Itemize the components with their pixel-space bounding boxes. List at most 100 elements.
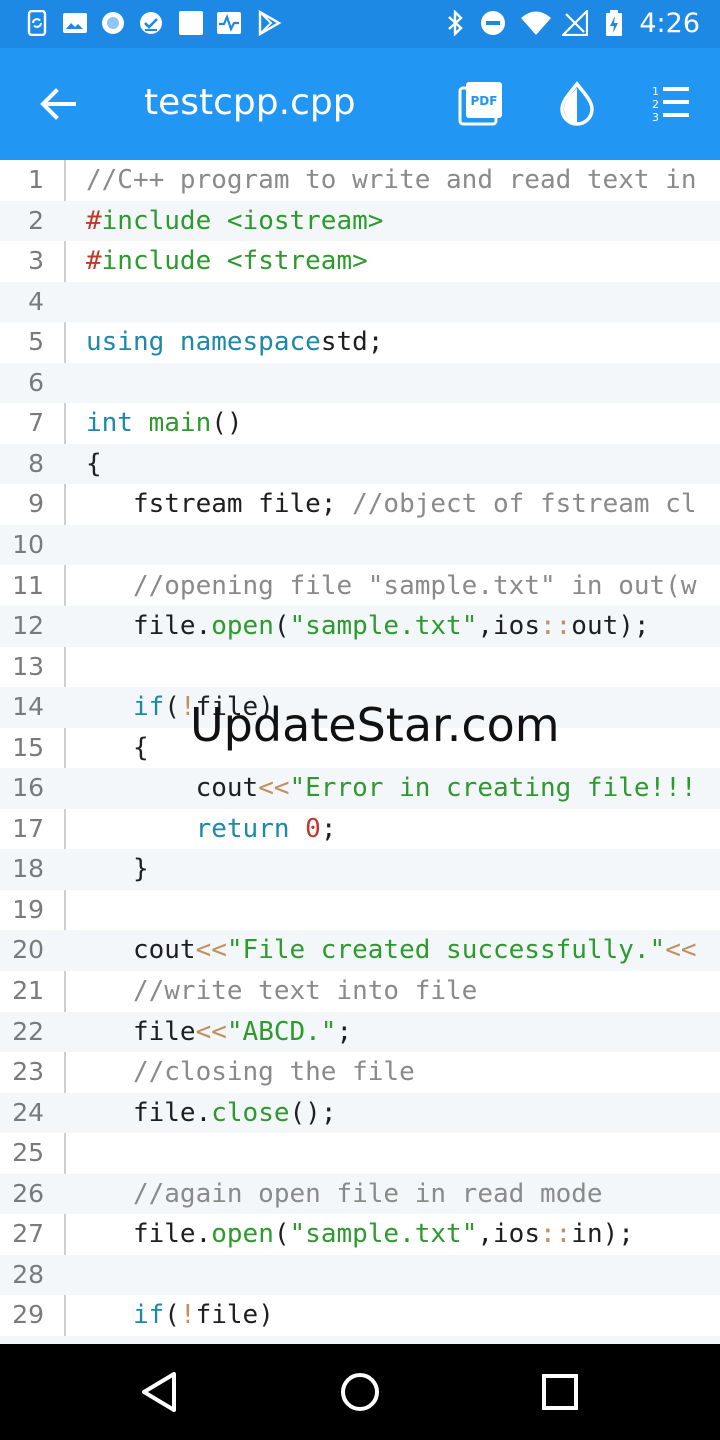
- code-line[interactable]: 20 cout<<"File created successfully."<<: [0, 930, 720, 971]
- line-number: 5: [28, 327, 44, 357]
- code-token: ;: [320, 813, 337, 844]
- code-line[interactable]: 23 //closing the file: [0, 1052, 720, 1093]
- code-text: }: [86, 849, 149, 890]
- code-line[interactable]: 21 //write text into file: [0, 971, 720, 1012]
- code-line[interactable]: 18 }: [0, 849, 720, 890]
- code-line[interactable]: 9 fstream file; //object of fstream cl: [0, 484, 720, 525]
- code-line[interactable]: 27 file.open("sample.txt",ios::in);: [0, 1214, 720, 1255]
- code-line[interactable]: 19: [0, 890, 720, 931]
- code-text: #include <fstream>: [86, 241, 368, 282]
- code-text: //again open file in read mode: [86, 1174, 603, 1215]
- code-token: {: [86, 448, 102, 479]
- line-number: 16: [12, 773, 44, 803]
- code-line[interactable]: 25: [0, 1133, 720, 1174]
- line-numbers-icon[interactable]: 1 2 3: [646, 78, 696, 128]
- code-text: using namespacestd;: [86, 322, 383, 363]
- line-number: 9: [28, 489, 44, 519]
- code-text: //C++ program to write and read text in: [86, 160, 696, 201]
- back-arrow-icon[interactable]: [30, 76, 86, 132]
- code-line[interactable]: 3 #include <fstream>: [0, 241, 720, 282]
- status-bar: 4:26: [0, 0, 720, 48]
- code-text: //write text into file: [86, 971, 477, 1012]
- code-line[interactable]: 22 file<<"ABCD.";: [0, 1011, 720, 1053]
- do-not-disturb-icon: [481, 11, 505, 35]
- code-token: main: [148, 408, 212, 439]
- code-token: "Error in creating file!!!: [289, 773, 697, 804]
- code-line[interactable]: 7 int main(): [0, 403, 720, 444]
- code-line[interactable]: 30 {: [0, 1335, 720, 1344]
- clock: 4:26: [639, 8, 700, 39]
- pdf-label: PDF: [471, 94, 498, 108]
- line-number: 17: [12, 813, 44, 843]
- code-text: if(!file): [86, 1295, 274, 1336]
- line-number: 22: [12, 1016, 44, 1046]
- code-text: {: [86, 728, 149, 769]
- code-token: include <iostream>: [101, 205, 384, 236]
- code-token: }: [86, 854, 149, 885]
- code-line[interactable]: 24 file.close();: [0, 1092, 720, 1134]
- code-text: file<<"ABCD.";: [86, 1012, 352, 1053]
- code-line[interactable]: 16 cout<<"Error in creating file!!!: [0, 768, 720, 809]
- sync-phone-icon: [27, 10, 47, 36]
- line-number: 19: [12, 894, 44, 924]
- code-line[interactable]: 2 #include <iostream>: [0, 200, 720, 242]
- line-number: 11: [12, 570, 44, 600]
- app-bar: testcpp.cpp PDF 1 2 3: [0, 48, 720, 160]
- code-token: open: [211, 1219, 274, 1250]
- watermark: UpdateStar.com: [190, 698, 560, 752]
- code-line[interactable]: 10: [0, 524, 720, 566]
- code-editor[interactable]: 1 //C++ program to write and read text in…: [0, 160, 720, 1344]
- code-token: "sample.txt": [289, 1219, 478, 1250]
- code-line[interactable]: 4: [0, 281, 720, 323]
- code-text: {: [86, 1336, 149, 1344]
- line-number: 13: [12, 651, 44, 681]
- code-text: cout<<"File created successfully."<<: [86, 930, 697, 971]
- code-token: file): [195, 1300, 274, 1331]
- code-token: ();: [289, 1097, 337, 1128]
- line-number: 18: [12, 854, 44, 884]
- line-number: 10: [12, 529, 44, 559]
- code-token: ,ios: [477, 1219, 540, 1250]
- code-line[interactable]: 13: [0, 647, 720, 688]
- code-text: file.close();: [86, 1093, 337, 1134]
- line-number: 28: [12, 1259, 44, 1289]
- code-line[interactable]: 1 //C++ program to write and read text in: [0, 160, 720, 201]
- line-number: 27: [12, 1219, 44, 1249]
- line-number: 21: [12, 976, 44, 1005]
- pdf-export-icon[interactable]: PDF: [456, 78, 506, 128]
- code-line[interactable]: 28: [0, 1254, 720, 1296]
- theme-drop-icon[interactable]: [552, 78, 602, 128]
- code-token: ;: [336, 1016, 353, 1047]
- line-number: 20: [12, 935, 44, 965]
- line-number: 2: [28, 205, 44, 235]
- code-text: #include <iostream>: [86, 201, 383, 242]
- code-line[interactable]: 29 if(!file): [0, 1295, 720, 1336]
- code-line[interactable]: 6: [0, 362, 720, 404]
- code-token: <<: [665, 935, 697, 966]
- line-number: 29: [12, 1300, 44, 1330]
- code-line[interactable]: 11 //opening file "sample.txt" in out(w: [0, 566, 720, 607]
- code-token: using namespace: [86, 327, 321, 358]
- svg-text:1: 1: [652, 85, 659, 98]
- line-number: 30: [0, 1336, 44, 1344]
- line-number: 1: [28, 165, 44, 194]
- back-triangle-icon[interactable]: [132, 1364, 188, 1420]
- code-token: cout: [86, 773, 259, 804]
- code-text: {: [86, 444, 102, 485]
- no-signal-icon: [562, 10, 588, 36]
- code-line[interactable]: 5 using namespacestd;: [0, 322, 720, 363]
- recents-square-icon[interactable]: [532, 1364, 588, 1420]
- code-token: //C++ program to write and read text in: [86, 165, 697, 195]
- code-line[interactable]: 26 //again open file in read mode: [0, 1173, 720, 1215]
- line-number: 3: [28, 246, 44, 276]
- code-line[interactable]: 12 file.open("sample.txt",ios::out);: [0, 606, 720, 647]
- svg-text:2: 2: [652, 98, 659, 111]
- code-line[interactable]: 8{: [0, 443, 720, 485]
- home-circle-icon[interactable]: [332, 1364, 388, 1420]
- code-text: //closing the file: [86, 1052, 415, 1093]
- code-line[interactable]: 17 return 0;: [0, 809, 720, 850]
- battery-charging-icon: [606, 10, 622, 36]
- code-token: if: [132, 692, 165, 723]
